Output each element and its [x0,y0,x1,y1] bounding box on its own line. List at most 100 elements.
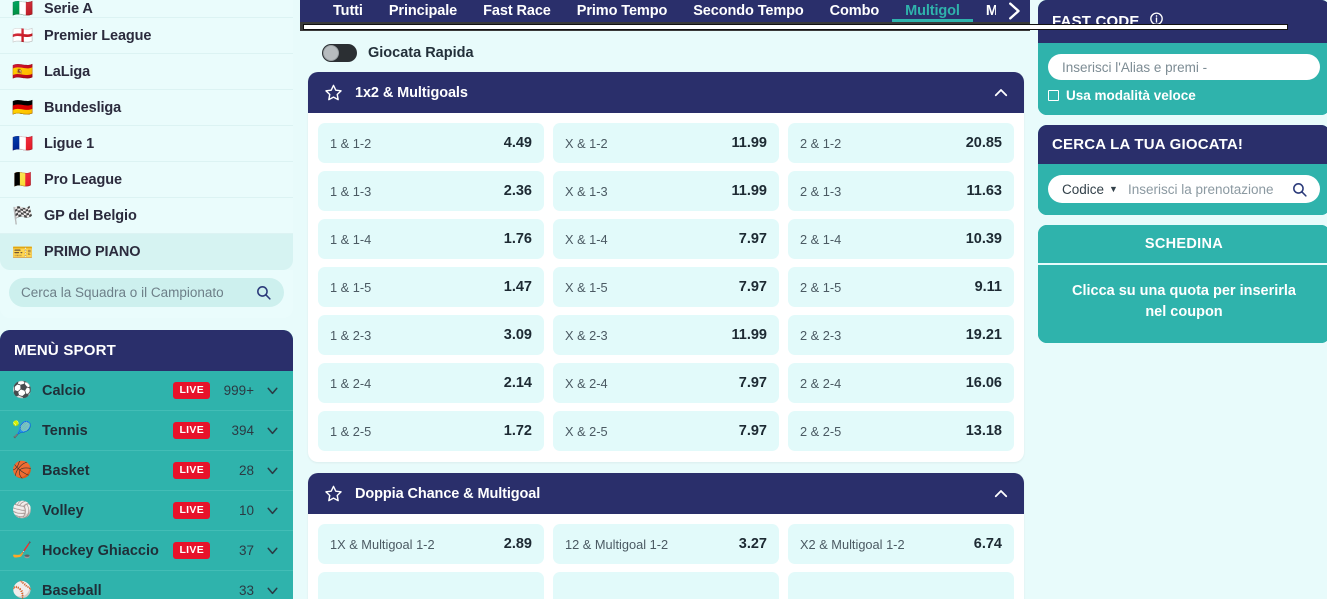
coupon-empty-message: Clicca su una quota per inserirla nel co… [1038,265,1327,344]
odd-button[interactable]: 1 & 1-3 2.36 [318,171,544,211]
league-item[interactable]: 🏁 GP del Belgio [0,198,293,234]
odd-button[interactable]: X & 2-5 7.97 [553,411,779,451]
odd-button[interactable]: 1 & 2-5 1.72 [318,411,544,451]
odd-button[interactable]: 2 & 1-4 10.39 [788,219,1014,259]
sport-item[interactable]: 🏐 Volley LIVE 10 [0,491,293,531]
sport-item[interactable]: 🏀 Basket LIVE 28 [0,451,293,491]
odd-value: 7.97 [738,423,767,439]
odd-value: 9.11 [974,279,1002,295]
search-bet-header: CERCA LA TUA GIOCATA! [1038,125,1327,164]
tab-tutti[interactable]: Tutti [320,0,376,22]
odd-button[interactable]: X & 1-4 7.97 [553,219,779,259]
coupon-title[interactable]: SCHEDINA [1038,225,1327,265]
fast-code-input-wrap[interactable] [1048,54,1320,80]
odd-button[interactable]: 1X & Multigoal 1-2 2.89 [318,524,544,564]
search-input[interactable] [21,285,255,300]
odd-button[interactable]: 2 & 1-3 11.63 [788,171,1014,211]
odd-value: 3.09 [503,327,532,343]
search-bet-title: CERCA LA TUA GIOCATA! [1052,136,1244,153]
sport-item[interactable]: ⚾BaseballLIVE33 [0,571,293,599]
fast-mode-checkbox-row[interactable]: Usa modalità veloce [1048,88,1320,103]
tab-secondo-tempo[interactable]: Secondo Tempo [680,0,816,22]
booking-search-bar[interactable]: Codice ▼ [1048,175,1320,203]
tabbar-scrollbar-thumb[interactable] [303,24,1288,30]
flag-icon: 🇮🇹 [12,0,34,18]
booking-input[interactable] [1127,181,1281,197]
app-root: 🇮🇹 Serie A 🏴󠁧󠁢󠁥󠁮󠁧󠁿 Premier League 🇪🇸 LaLiga 🇩🇪… [0,0,1327,599]
odd-value: 1.47 [503,279,532,295]
sport-icon: ⚽ [12,381,32,399]
odd-label: 2 & 1-5 [800,279,842,295]
odd-button[interactable] [318,572,544,599]
odd-button[interactable]: X & 2-4 7.97 [553,363,779,403]
odd-button[interactable]: 1 & 1-2 4.49 [318,123,544,163]
odd-button[interactable]: 1 & 1-5 1.47 [318,267,544,307]
sport-item[interactable]: 🏒 Hockey Ghiaccio LIVE 37 [0,531,293,571]
odd-button[interactable]: X & 1-5 7.97 [553,267,779,307]
league-item[interactable]: 🇧🇪 Pro League [0,162,293,198]
checkbox-icon[interactable] [1048,90,1059,101]
sport-label: Baseball [42,582,102,599]
chevron-down-icon[interactable] [264,502,281,519]
chevron-down-icon[interactable] [264,422,281,439]
odd-button[interactable]: 2 & 2-5 13.18 [788,411,1014,451]
tab-primo-tempo[interactable]: Primo Tempo [564,0,680,22]
odd-button[interactable]: X & 1-3 11.99 [553,171,779,211]
odd-button[interactable]: 1 & 2-3 3.09 [318,315,544,355]
odd-label: X & 2-3 [565,327,608,343]
league-item[interactable]: 🇫🇷 Ligue 1 [0,126,293,162]
sport-icon: ⚾ [12,581,32,599]
odd-button[interactable] [788,572,1014,599]
odd-value: 6.74 [973,536,1002,552]
sport-item[interactable]: 🎾 Tennis LIVE 394 [0,411,293,451]
odd-button[interactable]: X2 & Multigoal 1-2 6.74 [788,524,1014,564]
chevron-down-icon[interactable] [264,542,281,559]
flag-icon: 🇧🇪 [12,170,34,189]
chevron-up-icon[interactable] [992,84,1010,102]
odd-button[interactable]: 2 & 1-2 20.85 [788,123,1014,163]
league-item[interactable]: 🎫 PRIMO PIANO [0,234,293,270]
league-item[interactable]: 🇮🇹 Serie A [0,0,293,18]
tabs-next-button[interactable] [996,0,1030,22]
league-label: Premier League [44,27,152,44]
odd-label: 1 & 1-2 [330,135,372,151]
quick-bet-toolbar: Giocata Rapida [300,31,1030,72]
coupon-card: SCHEDINA Clicca su una quota per inserir… [1038,225,1327,344]
tab-multigol[interactable]: Multigol [892,0,973,22]
alias-input[interactable] [1062,59,1306,75]
tab-combo[interactable]: Combo [817,0,892,22]
code-type-select[interactable]: Codice ▼ [1062,182,1118,197]
star-icon[interactable] [324,83,343,102]
search-icon[interactable] [1291,181,1308,198]
chevron-down-icon: ▼ [1109,184,1118,194]
chevron-down-icon[interactable] [264,462,281,479]
left-sidebar: 🇮🇹 Serie A 🏴󠁧󠁢󠁥󠁮󠁧󠁿 Premier League 🇪🇸 LaLiga 🇩🇪… [0,0,300,599]
chevron-down-icon[interactable] [264,382,281,399]
chevron-up-icon[interactable] [992,485,1010,503]
quick-bet-toggle[interactable] [322,44,357,62]
odd-button[interactable]: 2 & 2-4 16.06 [788,363,1014,403]
odd-button[interactable]: 2 & 2-3 19.21 [788,315,1014,355]
league-item[interactable]: 🇪🇸 LaLiga [0,54,293,90]
code-type-value: Codice [1062,181,1105,197]
market-header[interactable]: 1x2 & Multigoals [308,72,1024,113]
odd-button[interactable]: 1 & 1-4 1.76 [318,219,544,259]
chevron-down-icon[interactable] [264,582,281,599]
odd-button[interactable]: 2 & 1-5 9.11 [788,267,1014,307]
odd-button[interactable]: 1 & 2-4 2.14 [318,363,544,403]
odd-button[interactable]: X & 1-2 11.99 [553,123,779,163]
star-icon[interactable] [324,484,343,503]
odd-button[interactable]: 12 & Multigoal 1-2 3.27 [553,524,779,564]
sidebar-search[interactable] [9,278,284,307]
sport-item[interactable]: ⚽ Calcio LIVE 999+ [0,371,293,411]
odd-value: 13.18 [965,423,1002,439]
odd-button[interactable] [553,572,779,599]
tab-fast-race[interactable]: Fast Race [470,0,564,22]
tab-principale[interactable]: Principale [376,0,470,22]
odd-button[interactable]: X & 2-3 11.99 [553,315,779,355]
tabbar-scrollbar[interactable] [300,22,1288,31]
league-item[interactable]: 🇩🇪 Bundesliga [0,90,293,126]
market-header[interactable]: Doppia Chance & Multigoal [308,473,1024,514]
league-item[interactable]: 🏴󠁧󠁢󠁥󠁮󠁧󠁿 Premier League [0,18,293,54]
sport-label: Basket [42,462,90,479]
